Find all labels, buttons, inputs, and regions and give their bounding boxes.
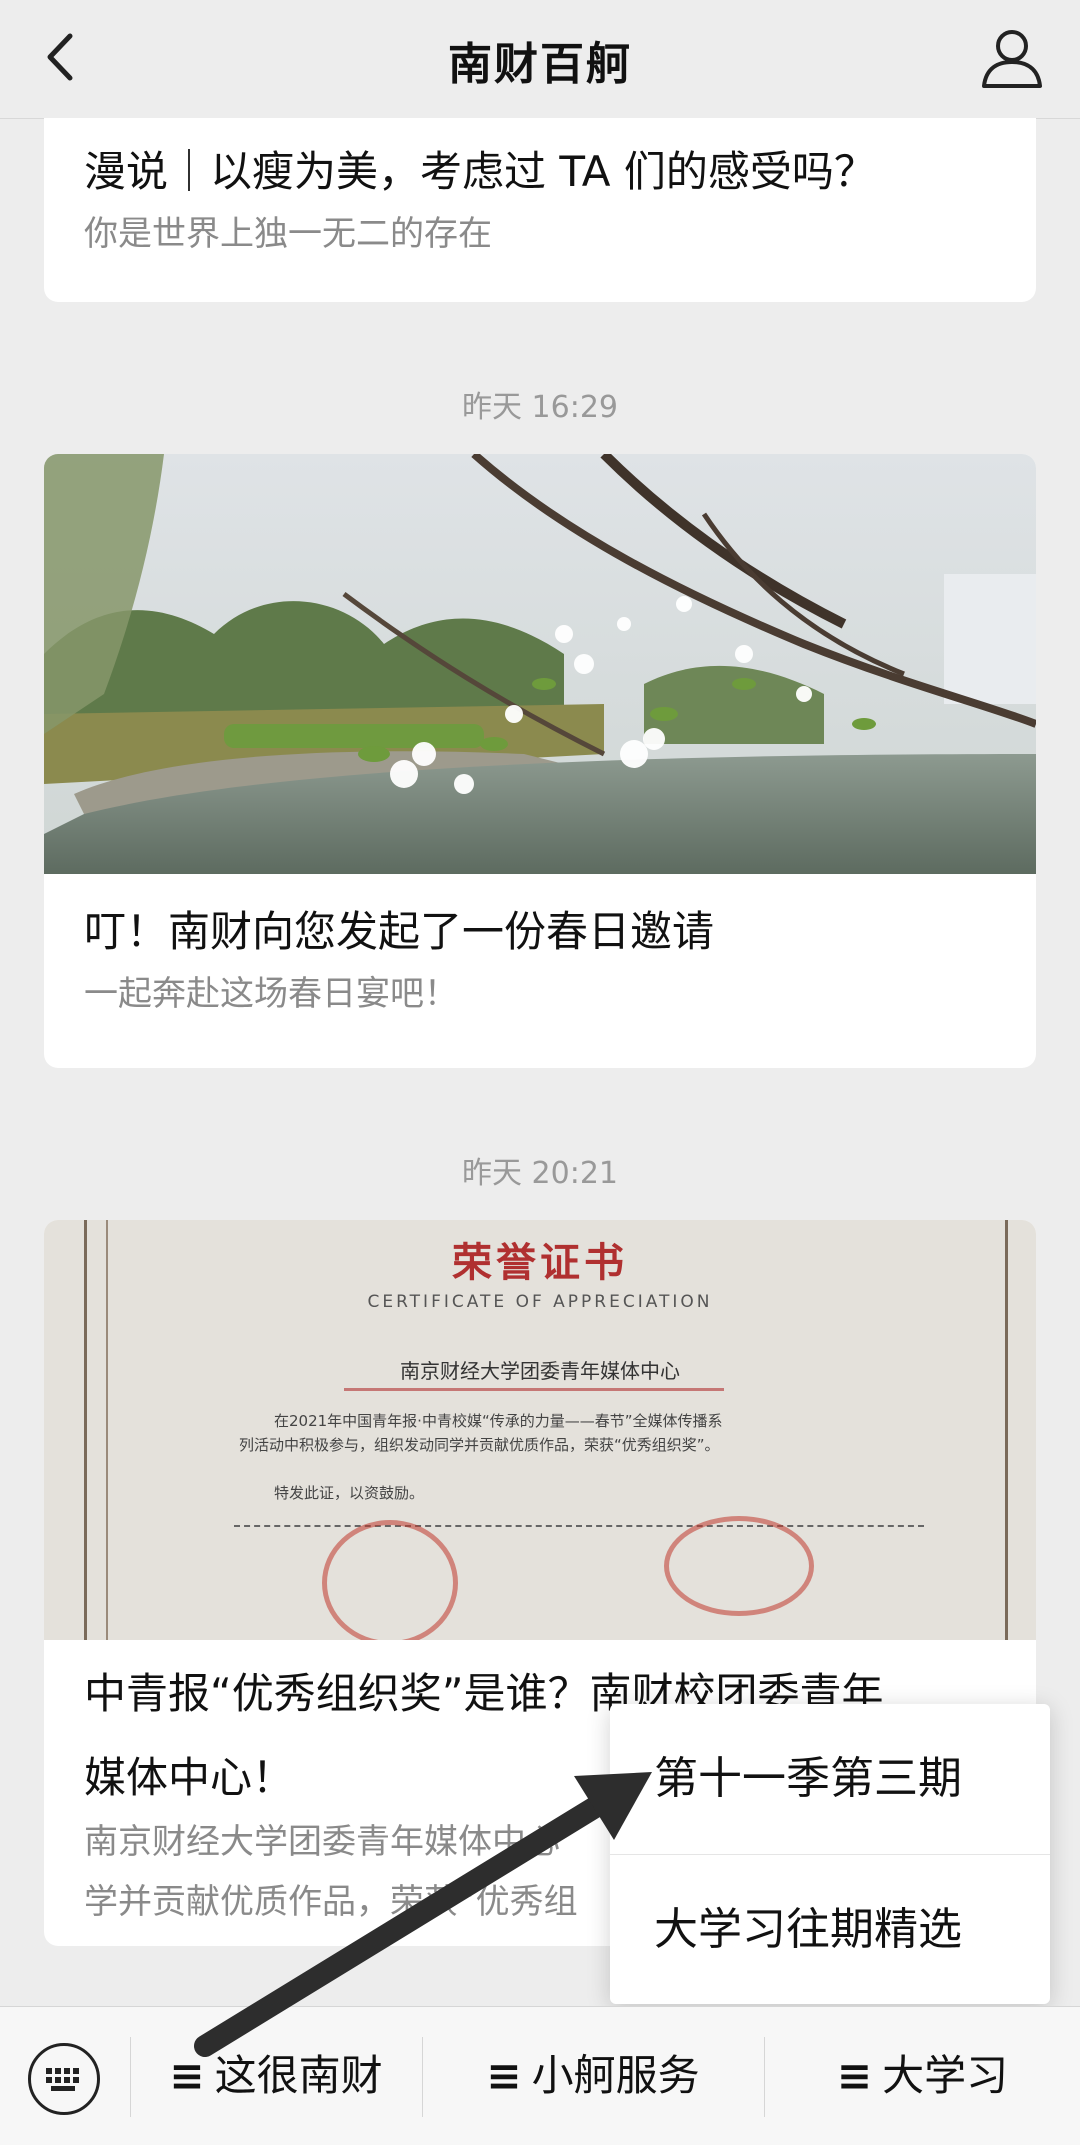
certificate-ribbon xyxy=(344,1388,724,1391)
menu-list-icon: ≡ xyxy=(836,2051,873,2100)
certificate-title: 荣誉证书 xyxy=(452,1240,628,1286)
menu-list-icon: ≡ xyxy=(486,2051,522,2100)
certificate-body-line: 列活动中积极参与，组织发动同学并贡献优质作品，荣获“优秀组织奖”。 xyxy=(239,1436,720,1454)
message-timestamp: 昨天 20:21 xyxy=(462,1156,618,1191)
submenu-item[interactable]: 大学习往期精选 xyxy=(610,1854,1050,2005)
submenu-popup: 第十一季第三期 大学习往期精选 xyxy=(610,1704,1050,2004)
menu-button-zhehennancai[interactable]: ≡ 这很南财 xyxy=(131,2007,421,2145)
menu-button-label: 这很南财 xyxy=(214,2051,383,2100)
top-nav-bar: 南财百舸 xyxy=(0,0,1080,119)
red-seal-stamp xyxy=(322,1520,458,1640)
article-title: 叮！南财向您发起了一份春日邀请 xyxy=(84,907,715,956)
certificate-closing: 特发此证，以资鼓励。 xyxy=(274,1484,425,1502)
article-summary: 你是世界上独一无二的存在 xyxy=(84,214,492,254)
menu-button-xiaogefuwu[interactable]: ≡ 小舸服务 xyxy=(423,2007,763,2145)
certificate-body-line: 在2021年中国青年报·中青校媒“传承的力量——春节”全媒体传播系 xyxy=(274,1412,723,1430)
article-summary: 一起奔赴这场春日宴吧！ xyxy=(84,974,458,1014)
menu-button-label: 小舸服务 xyxy=(531,2051,700,2100)
keyboard-icon xyxy=(46,2068,79,2091)
menu-button-daxuexi[interactable]: ≡ 大学习 xyxy=(765,2007,1080,2145)
certificate-subtitle: CERTIFICATE OF APPRECIATION xyxy=(367,1292,713,1312)
red-seal-stamp xyxy=(664,1516,814,1616)
person-icon xyxy=(982,30,1042,88)
article-card[interactable]: 叮！南财向您发起了一份春日邀请 一起奔赴这场春日宴吧！ xyxy=(44,454,1036,1068)
keyboard-toggle-button[interactable] xyxy=(28,2043,100,2115)
submenu-item[interactable]: 第十一季第三期 xyxy=(610,1704,1050,1854)
certificate-dash-line xyxy=(234,1525,924,1527)
certificate-image: 荣誉证书 CERTIFICATE OF APPRECIATION 南京财经大学团… xyxy=(44,1220,1036,1640)
profile-button[interactable] xyxy=(974,20,1050,96)
menu-list-icon: ≡ xyxy=(169,2051,205,2100)
article-cover-image xyxy=(44,454,1036,874)
message-timestamp: 昨天 16:29 xyxy=(462,390,618,425)
article-title: 漫说｜以瘦为美，考虑过 TA 们的感受吗？ xyxy=(84,147,876,196)
bottom-menu-bar: ≡ 这很南财 ≡ 小舸服务 ≡ 大学习 xyxy=(0,2006,1080,2145)
article-card[interactable]: 漫说｜以瘦为美，考虑过 TA 们的感受吗？ 你是世界上独一无二的存在 xyxy=(44,118,1036,302)
menu-button-label: 大学习 xyxy=(882,2051,1009,2100)
page-title: 南财百舸 xyxy=(448,39,632,90)
certificate-recipient: 南京财经大学团委青年媒体中心 xyxy=(400,1359,680,1383)
